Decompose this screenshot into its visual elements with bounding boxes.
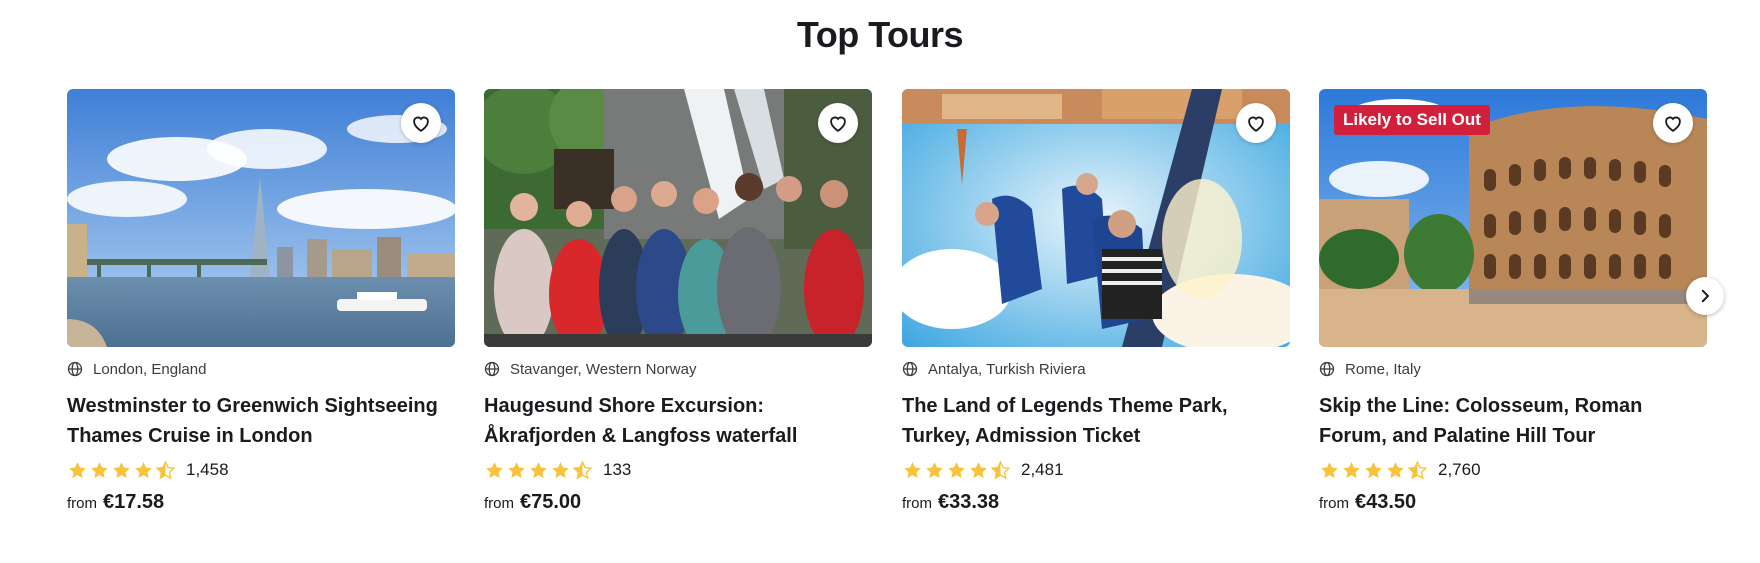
tour-card[interactable]: Stavanger, Western Norway Haugesund Shor… bbox=[484, 89, 872, 514]
star-half-icon bbox=[155, 460, 176, 479]
star-icon bbox=[926, 461, 943, 478]
star-icon bbox=[904, 461, 921, 478]
star-icon bbox=[91, 461, 108, 478]
section-title: Top Tours bbox=[796, 14, 964, 55]
star-icon bbox=[69, 461, 86, 478]
wishlist-button[interactable] bbox=[1653, 103, 1693, 143]
globe-icon bbox=[484, 361, 500, 377]
tour-price: €75.00 bbox=[520, 491, 582, 513]
star-icon bbox=[552, 461, 569, 478]
heart-icon bbox=[1248, 116, 1264, 132]
tour-image[interactable] bbox=[67, 89, 455, 347]
price-prefix: from bbox=[902, 495, 932, 512]
star-half-icon bbox=[990, 460, 1011, 479]
tour-image[interactable]: Likely to Sell Out bbox=[1319, 89, 1707, 347]
star-icon bbox=[1343, 461, 1360, 478]
tour-title[interactable]: Haugesund Shore Excursion: Åkrafjorden &… bbox=[484, 391, 872, 451]
wishlist-button[interactable] bbox=[1236, 103, 1276, 143]
tour-price: €33.38 bbox=[938, 491, 1000, 513]
globe-icon bbox=[1319, 361, 1335, 377]
price-prefix: from bbox=[484, 495, 514, 512]
tour-image[interactable] bbox=[902, 89, 1290, 347]
star-icon bbox=[113, 461, 130, 478]
star-icon bbox=[948, 461, 965, 478]
tour-card[interactable]: Likely to Sell Out Rome, Italy Skip the … bbox=[1319, 89, 1707, 514]
star-rating bbox=[67, 460, 177, 481]
heart-icon bbox=[1665, 116, 1681, 132]
heart-icon bbox=[830, 116, 846, 132]
price-prefix: from bbox=[1319, 495, 1349, 512]
tour-photo-rollercoaster bbox=[902, 89, 1290, 347]
tour-price: €17.58 bbox=[103, 491, 165, 513]
chevron-right-icon bbox=[1701, 289, 1709, 303]
star-icon bbox=[1321, 461, 1338, 478]
star-icon bbox=[1387, 461, 1404, 478]
tour-location: Stavanger, Western Norway bbox=[510, 360, 697, 378]
tour-title[interactable]: Westminster to Greenwich Sightseeing Tha… bbox=[67, 391, 455, 451]
star-icon bbox=[970, 461, 987, 478]
review-count: 133 bbox=[603, 460, 632, 479]
review-count: 1,458 bbox=[186, 460, 229, 479]
review-count: 2,481 bbox=[1021, 460, 1064, 479]
tour-location: Rome, Italy bbox=[1345, 360, 1421, 378]
wishlist-button[interactable] bbox=[818, 103, 858, 143]
tour-card[interactable]: London, England Westminster to Greenwich… bbox=[67, 89, 455, 514]
star-rating bbox=[902, 460, 1012, 481]
tour-image[interactable] bbox=[484, 89, 872, 347]
star-icon bbox=[1365, 461, 1382, 478]
star-half-icon bbox=[1407, 460, 1428, 479]
star-icon bbox=[508, 461, 525, 478]
globe-icon bbox=[902, 361, 918, 377]
star-half-icon bbox=[572, 460, 593, 479]
tour-title[interactable]: The Land of Legends Theme Park, Turkey, … bbox=[902, 391, 1290, 451]
tour-location: Antalya, Turkish Riviera bbox=[928, 360, 1086, 378]
price-prefix: from bbox=[67, 495, 97, 512]
carousel-next-button[interactable] bbox=[1686, 277, 1724, 315]
tour-title[interactable]: Skip the Line: Colosseum, Roman Forum, a… bbox=[1319, 391, 1707, 451]
star-icon bbox=[530, 461, 547, 478]
tour-photo-waterfall-group bbox=[484, 89, 872, 347]
tour-price: €43.50 bbox=[1355, 491, 1417, 513]
heart-icon bbox=[413, 116, 429, 132]
tour-location: London, England bbox=[93, 360, 207, 378]
likely-to-sell-out-badge: Likely to Sell Out bbox=[1334, 105, 1490, 135]
star-icon bbox=[135, 461, 152, 478]
star-rating bbox=[1319, 460, 1429, 481]
star-icon bbox=[486, 461, 503, 478]
review-count: 2,760 bbox=[1438, 460, 1481, 479]
wishlist-button[interactable] bbox=[401, 103, 441, 143]
star-rating bbox=[484, 460, 594, 481]
tour-photo-london-thames bbox=[67, 89, 455, 347]
globe-icon bbox=[67, 361, 83, 377]
tour-card[interactable]: Antalya, Turkish Riviera The Land of Leg… bbox=[902, 89, 1290, 514]
